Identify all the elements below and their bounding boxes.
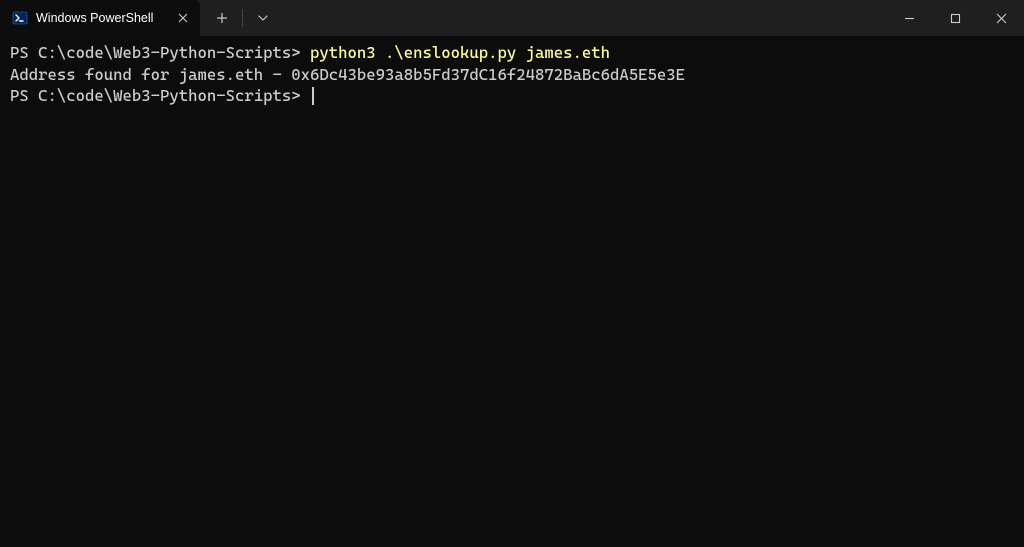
terminal-output-line: Address found for james.eth - 0x6Dc43be9… — [10, 64, 1014, 86]
tab-close-button[interactable] — [174, 9, 192, 27]
command-text: python3 .\enslookup.py james.eth — [310, 43, 610, 62]
divider — [242, 9, 243, 27]
terminal-line: PS C:\code\Web3-Python-Scripts> — [10, 85, 1014, 107]
close-window-button[interactable] — [978, 0, 1024, 36]
titlebar: Windows PowerShell — [0, 0, 1024, 36]
cursor — [312, 87, 314, 105]
powershell-icon — [12, 10, 28, 26]
maximize-button[interactable] — [932, 0, 978, 36]
window-controls — [886, 0, 1024, 36]
terminal-body[interactable]: PS C:\code\Web3-Python-Scripts> python3 … — [0, 36, 1024, 113]
new-tab-button[interactable] — [206, 4, 238, 32]
prompt-prefix: PS C:\code\Web3-Python-Scripts> — [10, 86, 310, 105]
minimize-button[interactable] — [886, 0, 932, 36]
terminal-line: PS C:\code\Web3-Python-Scripts> python3 … — [10, 42, 1014, 64]
tab-title: Windows PowerShell — [36, 11, 166, 25]
prompt-prefix: PS C:\code\Web3-Python-Scripts> — [10, 43, 310, 62]
tab-powershell[interactable]: Windows PowerShell — [0, 0, 200, 36]
titlebar-drag-area[interactable] — [279, 0, 886, 36]
tab-dropdown-button[interactable] — [247, 4, 279, 32]
tab-actions — [200, 0, 279, 36]
